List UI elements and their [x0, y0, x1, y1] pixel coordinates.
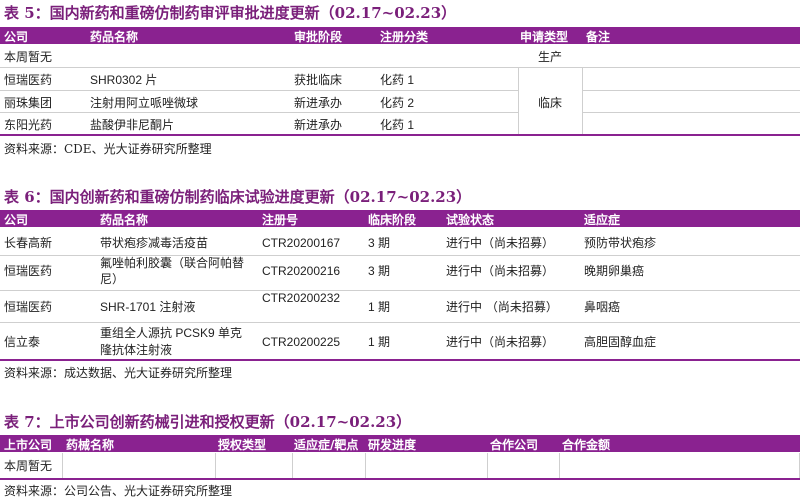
table5-source: 资料来源：CDE、光大证券研究所整理 — [4, 142, 212, 156]
t6-row1-phase: 3 期 — [368, 236, 391, 250]
t5-row2-stage: 新进承办 — [294, 96, 343, 110]
t7-col-product: 药械名称 — [66, 438, 115, 452]
t6-row3-reg: CTR20200232 — [262, 291, 341, 305]
t6-row1-company: 长春高新 — [4, 236, 53, 250]
t5-row3-stage: 新进承办 — [294, 118, 343, 132]
t7-col-target: 适应症/靶点 — [294, 438, 359, 452]
t5-row1-drug: SHR0302 片 — [90, 73, 158, 87]
t6-row4-indication: 高胆固醇血症 — [584, 335, 657, 349]
table7-header: 上市公司 药械名称 授权类型 适应症/靶点 研发进度 合作公司 合作金额 — [0, 435, 800, 452]
table7-source: 资料来源：公司公告、光大证券研究所整理 — [4, 484, 233, 498]
t6-row2-phase: 3 期 — [368, 264, 391, 278]
t6-row2-indication: 晚期卵巢癌 — [584, 264, 645, 278]
t5-row3-drug: 盐酸伊非尼酮片 — [90, 118, 175, 132]
t6-row4-reg: CTR20200225 — [262, 335, 341, 349]
t6-col-status: 试验状态 — [446, 213, 495, 227]
t5-row3-class: 化药 1 — [380, 118, 415, 132]
t6-col-phase: 临床阶段 — [368, 213, 417, 227]
t5-row2-company: 丽珠集团 — [4, 96, 53, 110]
t6-col-drug: 药品名称 — [100, 213, 149, 227]
t6-row4-company: 信立泰 — [4, 335, 41, 349]
t6-row1-reg: CTR20200167 — [262, 236, 341, 250]
t5-row0-type: 生产 — [538, 50, 563, 64]
t7-row0-company: 本周暂无 — [4, 459, 53, 473]
t5-row2-drug: 注射用阿立哌唑微球 — [90, 96, 199, 110]
t5-row2-class: 化药 2 — [380, 96, 415, 110]
t5-row1-stage: 获批临床 — [294, 73, 343, 87]
t6-row4-drug-line1: 重组全人源抗 PCSK9 单克 — [100, 326, 243, 340]
t6-row1-status: 进行中（尚未招募） — [446, 236, 555, 250]
table5-header: 公司 药品名称 审批阶段 注册分类 申请类型 备注 — [0, 27, 800, 44]
t6-row3-phase: 1 期 — [368, 300, 391, 314]
t6-row4-phase: 1 期 — [368, 335, 391, 349]
t7-col-licensetype: 授权类型 — [218, 438, 267, 452]
t5-row1-class: 化药 1 — [380, 73, 415, 87]
t7-col-company: 上市公司 — [4, 438, 53, 452]
t5-merged-type: 临床 — [538, 96, 563, 110]
t6-row2-drug-line2: 尼） — [100, 272, 125, 286]
table6-header: 公司 药品名称 注册号 临床阶段 试验状态 适应症 — [0, 210, 800, 227]
t6-col-reg: 注册号 — [262, 213, 299, 227]
t5-col-company: 公司 — [4, 30, 29, 44]
t7-col-amount: 合作金额 — [562, 438, 611, 452]
table6-source: 资料来源：成达数据、光大证券研究所整理 — [4, 366, 233, 380]
t5-row3-company: 东阳光药 — [4, 118, 53, 132]
t6-col-company: 公司 — [4, 213, 29, 227]
t5-row0-company: 本周暂无 — [4, 50, 53, 64]
t6-row2-status: 进行中（尚未招募） — [446, 264, 555, 278]
t6-row3-status: 进行中 （尚未招募） — [446, 300, 558, 314]
t5-col-class: 注册分类 — [380, 30, 429, 44]
t6-col-indication: 适应症 — [584, 213, 621, 227]
t6-row3-company: 恒瑞医药 — [4, 300, 53, 314]
t5-col-drug: 药品名称 — [90, 30, 139, 44]
t5-col-note: 备注 — [586, 30, 611, 44]
t6-row3-drug: SHR-1701 注射液 — [100, 300, 196, 314]
table7-title: 表 7：上市公司创新药械引进和授权更新（02.17~02.23） — [4, 413, 412, 431]
t6-row1-indication: 预防带状疱疹 — [584, 236, 657, 250]
t5-col-apptype: 申请类型 — [520, 30, 569, 44]
t5-col-stage: 审批阶段 — [294, 30, 343, 44]
table5-title: 表 5：国内新药和重磅仿制药审评审批进度更新（02.17~02.23） — [4, 4, 457, 22]
t7-col-progress: 研发进度 — [368, 438, 417, 452]
t6-row2-company: 恒瑞医药 — [4, 264, 53, 278]
table6-title: 表 6：国内创新药和重磅仿制药临床试验进度更新（02.17~02.23） — [4, 188, 472, 206]
t6-row4-status: 进行中（尚未招募） — [446, 335, 555, 349]
t7-col-partner: 合作公司 — [490, 438, 539, 452]
t5-row1-company: 恒瑞医药 — [4, 73, 53, 87]
t6-row3-indication: 鼻咽癌 — [584, 300, 621, 314]
t6-row1-drug: 带状疱疹减毒活疫苗 — [100, 236, 209, 250]
t6-row4-drug-line2: 隆抗体注射液 — [100, 343, 173, 357]
t6-row2-drug-line1: 氟唑帕利胶囊（联合阿帕替 — [100, 256, 245, 270]
t6-row2-reg: CTR20200216 — [262, 264, 341, 278]
